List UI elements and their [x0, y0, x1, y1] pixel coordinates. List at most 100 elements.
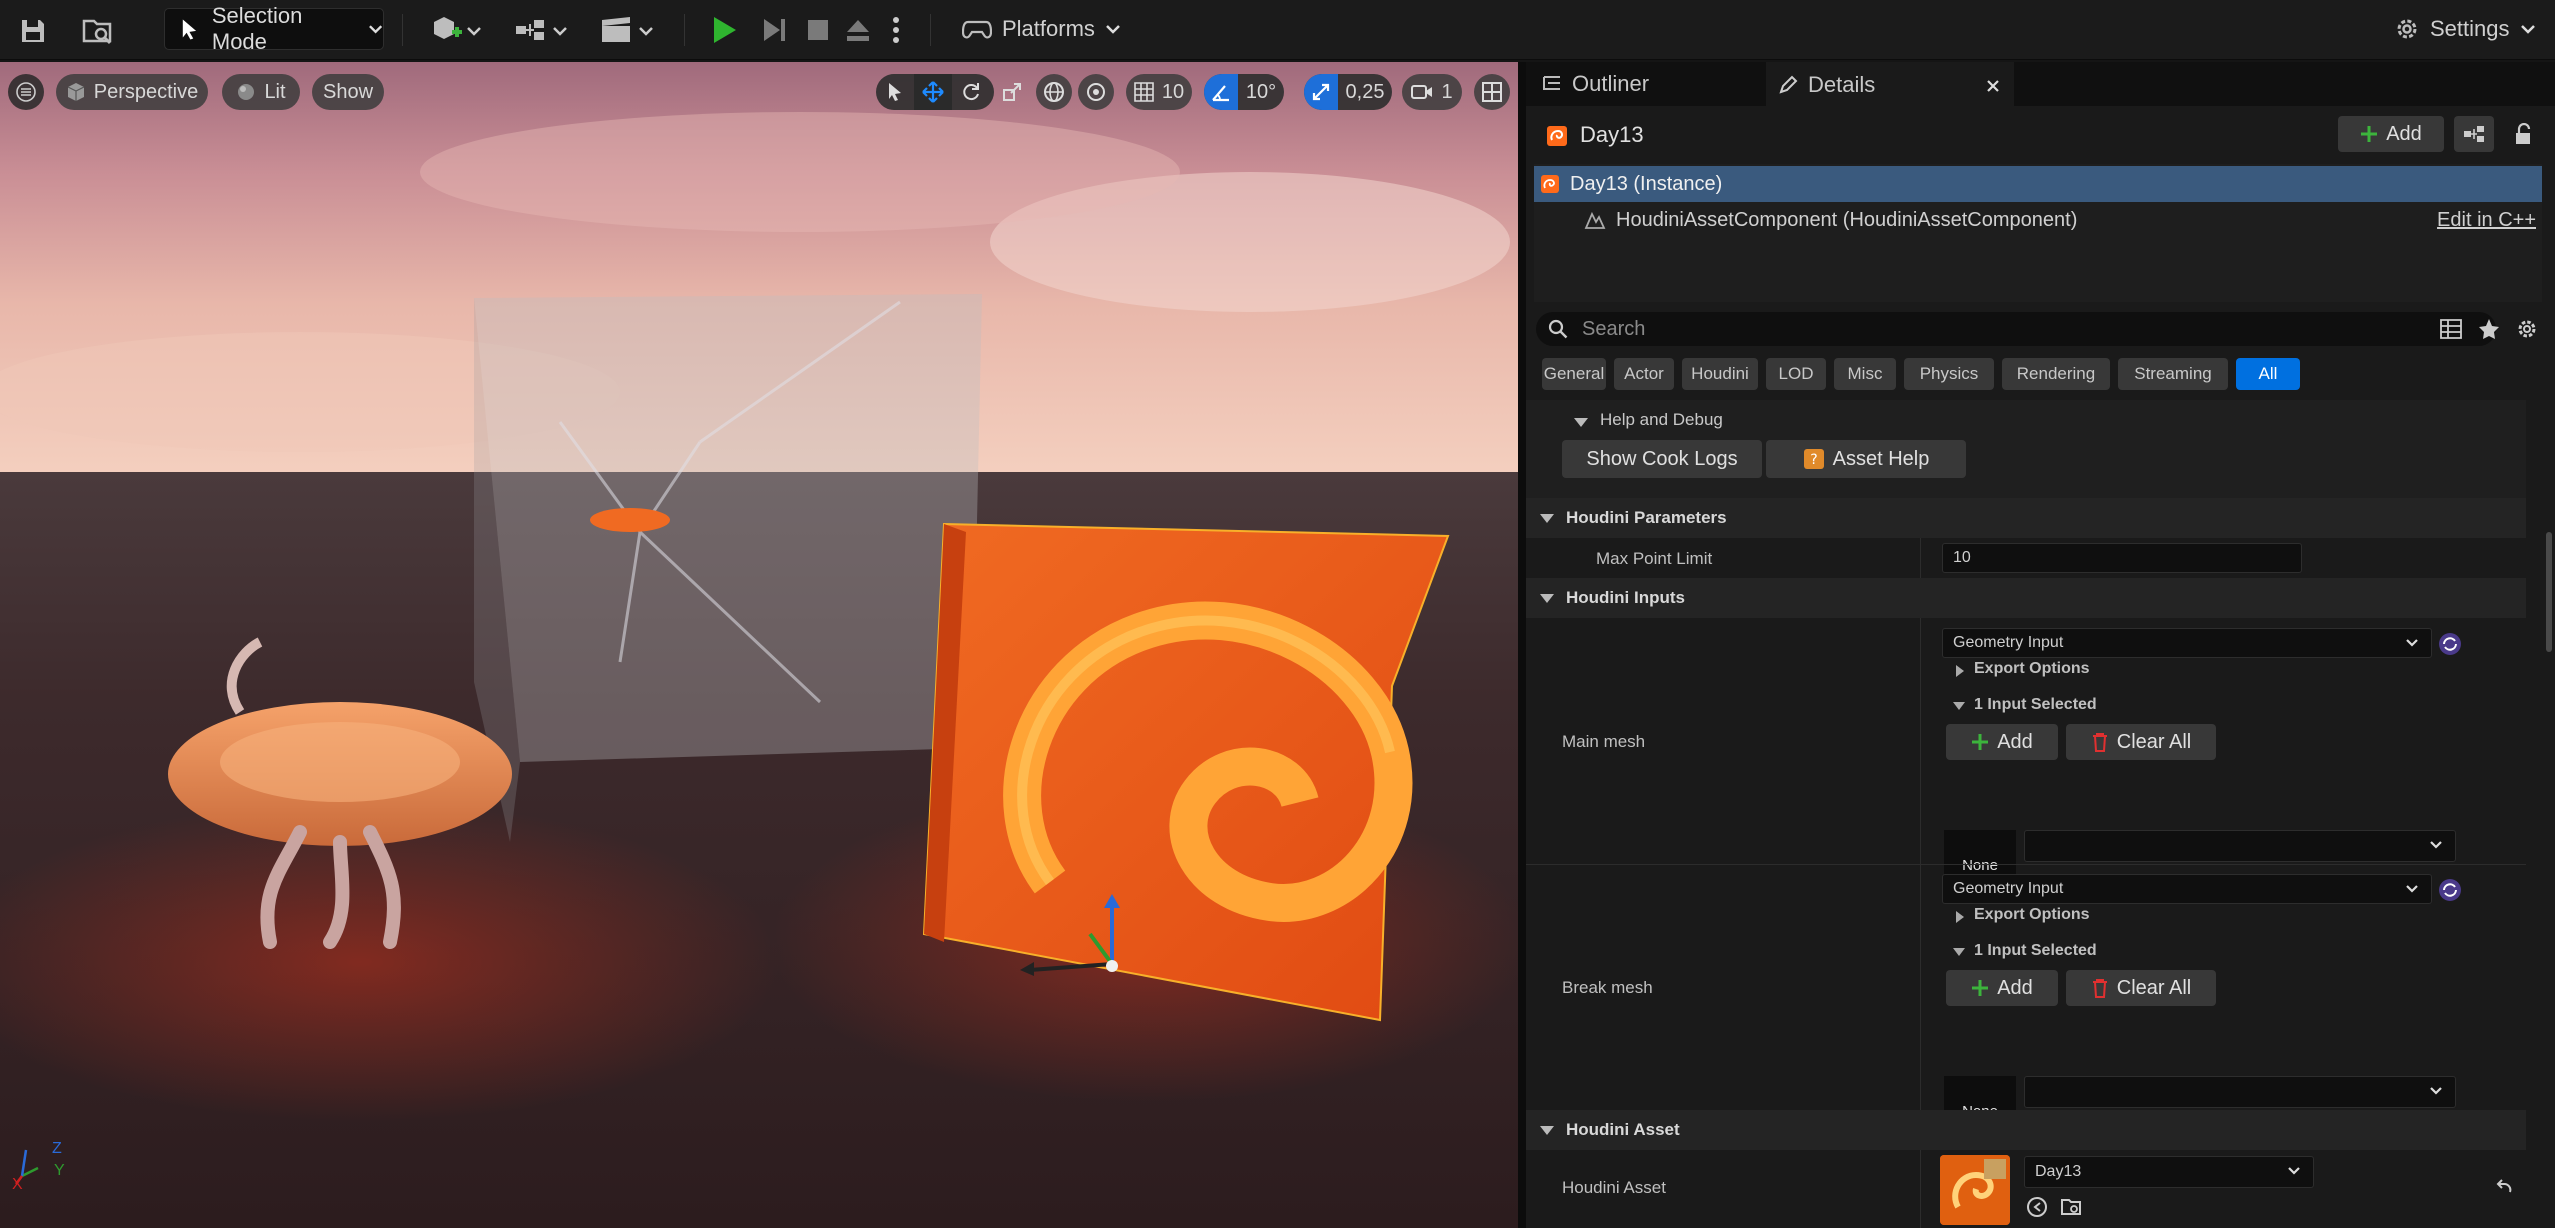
add-input-button[interactable]: Add: [1946, 970, 2058, 1006]
panel-splitter[interactable]: [1518, 62, 1526, 1228]
rotate-tool-icon[interactable]: [952, 74, 990, 110]
chevron-down-icon: [2520, 25, 2535, 34]
sync-icon[interactable]: [2438, 632, 2462, 656]
instance-row[interactable]: Day13 (Instance): [1534, 166, 2542, 202]
viewport-menu-button[interactable]: [8, 74, 44, 110]
chevron-down-icon: [2430, 1087, 2442, 1095]
houdini-asset-row: Houdini Asset Day13: [1526, 1150, 2526, 1228]
selection-mode-dropdown[interactable]: Selection Mode: [164, 3, 384, 54]
world-space-icon[interactable]: [1036, 74, 1072, 110]
houdini-component-icon: [1584, 211, 1606, 229]
houdini-parameters-header[interactable]: Houdini Parameters: [1526, 498, 2526, 538]
selection-mode-label: Selection Mode: [211, 3, 303, 54]
content-browser-icon[interactable]: [80, 14, 116, 48]
add-component-button[interactable]: Add: [2338, 116, 2444, 152]
input-type-dropdown[interactable]: Geometry Input: [1942, 874, 2432, 904]
filter-physics[interactable]: Physics: [1904, 358, 1994, 390]
lock-icon[interactable]: [2506, 118, 2540, 150]
move-tool-icon[interactable]: [914, 74, 952, 110]
scale-snap-button[interactable]: 0,25: [1304, 74, 1392, 110]
clear-all-label: Clear All: [2116, 976, 2192, 999]
edit-in-cpp-link[interactable]: Edit in C++: [2437, 209, 2536, 232]
lit-button[interactable]: Lit: [222, 74, 300, 110]
filter-rendering[interactable]: Rendering: [2002, 358, 2110, 390]
details-scrollbar[interactable]: [2546, 532, 2552, 652]
add-actor-button[interactable]: [426, 12, 486, 48]
platforms-dropdown[interactable]: Platforms: [962, 16, 1121, 42]
scale-tool-icon[interactable]: [996, 74, 1028, 110]
input-asset-picker[interactable]: [2024, 1076, 2456, 1108]
viewport-layout-icon[interactable]: [1474, 74, 1510, 110]
settings-dropdown[interactable]: Settings: [2394, 16, 2536, 42]
chevron-down-icon[interactable]: [1574, 418, 1588, 427]
houdini-asset-header[interactable]: Houdini Asset: [1526, 1110, 2526, 1150]
add-input-label: Add: [1997, 730, 2033, 753]
chevron-down-icon[interactable]: [1952, 700, 1966, 712]
show-cook-logs-button[interactable]: Show Cook Logs: [1562, 440, 1762, 478]
tab-outliner-label: Outliner: [1572, 71, 1650, 96]
filter-streaming[interactable]: Streaming: [2118, 358, 2228, 390]
inputs-selected-label: 1 Input Selected: [1974, 942, 2097, 959]
filter-general[interactable]: General: [1542, 358, 1606, 390]
level-viewport[interactable]: Perspective Lit Show 10 10° 0,25 1 X Y Z: [0, 62, 1518, 1228]
play-button[interactable]: [706, 12, 742, 48]
axis-x-label: X: [12, 1176, 23, 1193]
component-row[interactable]: HoudiniAssetComponent (HoudiniAssetCompo…: [1534, 202, 2542, 238]
blueprint-options-icon[interactable]: [2454, 116, 2494, 152]
input-type-dropdown[interactable]: Geometry Input: [1942, 628, 2432, 658]
details-search-input[interactable]: Search: [1536, 312, 2496, 346]
clear-all-button[interactable]: Clear All: [2066, 724, 2216, 760]
camera-speed-button[interactable]: 1: [1402, 74, 1462, 110]
grid-snap-button[interactable]: 10: [1126, 74, 1192, 110]
play-options-icon[interactable]: [884, 12, 908, 48]
reset-icon[interactable]: [2494, 1178, 2514, 1198]
asset-help-button[interactable]: ? Asset Help: [1766, 440, 1966, 478]
advance-frame-button[interactable]: [756, 12, 792, 48]
close-icon[interactable]: [1986, 79, 2000, 93]
help-debug-section: Help and Debug Show Cook Logs ? Asset He…: [1526, 400, 2526, 498]
star-icon[interactable]: [2472, 314, 2506, 344]
browse-icon[interactable]: [2060, 1196, 2082, 1218]
chevron-down-icon[interactable]: [1952, 946, 1966, 958]
export-options-label[interactable]: Export Options: [1974, 906, 2090, 924]
chevron-down-icon: [2406, 639, 2418, 647]
chevron-right-icon[interactable]: [1954, 910, 1966, 924]
cinematics-button[interactable]: [596, 12, 660, 48]
grid-snap-value: 10: [1161, 80, 1185, 103]
angle-snap-button[interactable]: 10°: [1204, 74, 1284, 110]
add-input-button[interactable]: Add: [1946, 724, 2058, 760]
save-icon[interactable]: [16, 14, 50, 48]
tab-details[interactable]: Details: [1766, 62, 2014, 106]
eject-button[interactable]: [840, 12, 876, 48]
max-point-input[interactable]: 10: [1942, 543, 2302, 573]
stop-button[interactable]: [800, 12, 836, 48]
export-options-label[interactable]: Export Options: [1974, 660, 2090, 678]
filter-all[interactable]: All: [2236, 358, 2300, 390]
houdini-inputs-header[interactable]: Houdini Inputs: [1526, 578, 2526, 618]
select-tool-icon[interactable]: [876, 74, 914, 110]
chevron-right-icon[interactable]: [1954, 664, 1966, 678]
tab-outliner[interactable]: Outliner: [1534, 62, 1754, 106]
chevron-down-icon: [368, 25, 382, 34]
houdini-asset-thumbnail[interactable]: [1940, 1155, 2010, 1225]
input-label: Main mesh: [1562, 732, 1646, 751]
asset-help-label: Asset Help: [1832, 447, 1930, 470]
blueprint-button[interactable]: [510, 12, 574, 48]
gear-icon[interactable]: [2510, 314, 2544, 344]
axis-z-label: Z: [52, 1140, 62, 1157]
input-asset-picker[interactable]: [2024, 830, 2456, 862]
table-view-icon[interactable]: [2434, 314, 2468, 344]
perspective-button[interactable]: Perspective: [56, 74, 208, 110]
surface-snap-icon[interactable]: [1078, 74, 1114, 110]
sync-icon[interactable]: [2438, 878, 2462, 902]
filter-misc[interactable]: Misc: [1834, 358, 1896, 390]
filter-houdini[interactable]: Houdini: [1682, 358, 1758, 390]
clear-all-button[interactable]: Clear All: [2066, 970, 2216, 1006]
show-button[interactable]: Show: [312, 74, 384, 110]
main-toolbar: Selection Mode Platforms Settings: [0, 0, 2555, 60]
filter-actor[interactable]: Actor: [1614, 358, 1674, 390]
show-cook-logs-label: Show Cook Logs: [1586, 447, 1738, 470]
use-selected-icon[interactable]: [2026, 1196, 2048, 1218]
houdini-asset-picker[interactable]: Day13: [2024, 1156, 2314, 1188]
filter-lod[interactable]: LOD: [1766, 358, 1826, 390]
